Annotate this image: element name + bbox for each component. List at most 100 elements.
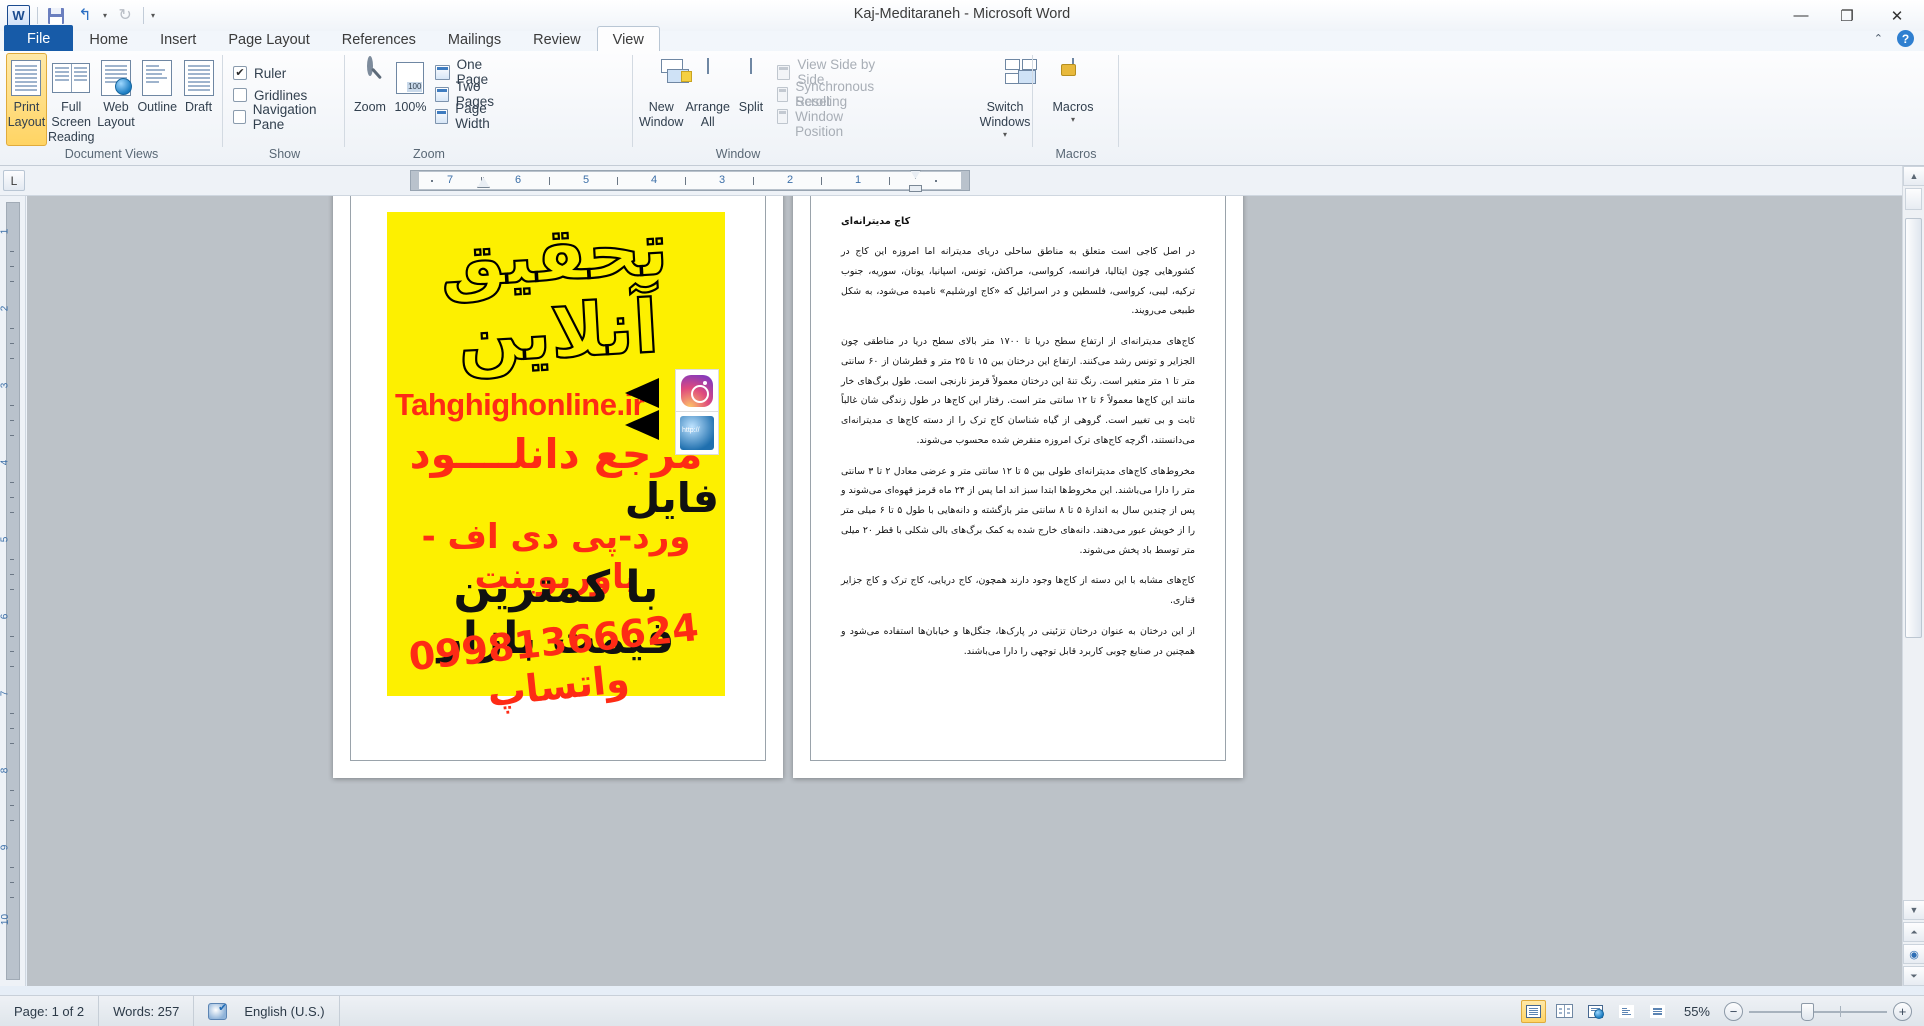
- group-separator-2: [344, 55, 345, 147]
- vertical-scrollbar[interactable]: ▲ ▼ ⏶ ◉ ⏷: [1902, 166, 1924, 986]
- tab-home[interactable]: Home: [73, 26, 144, 52]
- ruler-number-4: 4: [651, 174, 658, 186]
- vruler-number-9: 9: [0, 844, 11, 851]
- ribbon-group-macros: Macros ▾ Macros: [1038, 53, 1114, 163]
- document-text-body[interactable]: کاج مدیترانه‌ای در اصل کاجی است متعلق به…: [841, 216, 1195, 672]
- view-button-print-layout[interactable]: [1520, 999, 1546, 1023]
- ad-website-url: Tahghighonline.ir: [395, 387, 645, 422]
- switch-windows-button[interactable]: Switch Windows ▾: [965, 53, 1045, 141]
- previous-page-button[interactable]: ⏶: [1903, 922, 1924, 942]
- outline-view-icon: [1618, 1004, 1634, 1018]
- status-language[interactable]: English (U.S.): [194, 995, 340, 1026]
- horizontal-ruler[interactable]: 7 6 5 4 3 2 1: [410, 170, 970, 192]
- zoom-100-button[interactable]: 100 100%: [390, 53, 431, 116]
- document-page-1[interactable]: تحقیق آنلاین Tahghighonline.ir مرجع دانل…: [333, 196, 783, 778]
- tab-references[interactable]: References: [326, 26, 432, 52]
- page-1-text-frame: تحقیق آنلاین Tahghighonline.ir مرجع دانل…: [350, 196, 766, 761]
- view-button-full-screen-reading[interactable]: [1552, 1000, 1577, 1023]
- right-indent-marker[interactable]: [909, 185, 922, 192]
- synchronous-scrolling-icon: [776, 86, 789, 102]
- full-screen-reading-button[interactable]: Full Screen Reading: [47, 53, 96, 146]
- navigation-pane-checkbox[interactable]: [233, 110, 246, 124]
- scroll-down-button[interactable]: ▼: [1903, 900, 1924, 920]
- status-bar: Page: 1 of 2 Words: 257 English (U.S.): [0, 995, 1924, 1026]
- web-layout-view-icon: [1587, 1004, 1604, 1019]
- tab-mailings[interactable]: Mailings: [432, 26, 517, 52]
- tab-file[interactable]: File: [4, 25, 74, 52]
- collapse-ribbon-icon[interactable]: ⌃: [1874, 32, 1883, 45]
- gridlines-checkbox[interactable]: [233, 88, 247, 102]
- ribbon-help-controls: ⌃ ?: [1874, 30, 1914, 47]
- vruler-number-4: 4: [0, 459, 11, 466]
- draft-button[interactable]: Draft: [178, 53, 219, 146]
- ad-download-line: مرجع دانلــــود: [409, 430, 703, 478]
- tab-view[interactable]: View: [596, 26, 660, 52]
- scroll-thumb[interactable]: [1905, 218, 1922, 638]
- help-icon[interactable]: ?: [1897, 30, 1914, 47]
- new-window-button[interactable]: New Window: [638, 53, 693, 131]
- ad-arrow-1-icon: [625, 378, 659, 408]
- zoom-button[interactable]: Zoom: [350, 53, 390, 116]
- print-layout-button[interactable]: Print Layout: [6, 53, 47, 146]
- ribbon-group-show: Ruler Gridlines Navigation Pane Show: [228, 53, 341, 163]
- ruler-checkbox-row[interactable]: Ruler: [233, 62, 341, 84]
- horizontal-ruler-bar: L 7 6 5 4 3 2 1: [0, 166, 1924, 196]
- zoom-level-label[interactable]: 55%: [1676, 1004, 1718, 1019]
- reset-window-position-button[interactable]: Reset Window Position: [776, 94, 880, 139]
- zoom-in-button[interactable]: +: [1893, 1001, 1912, 1021]
- view-button-draft[interactable]: [1645, 1000, 1670, 1023]
- two-pages-icon: [434, 86, 449, 102]
- select-browse-object-button[interactable]: ◉: [1903, 944, 1924, 964]
- view-button-outline[interactable]: [1614, 1000, 1639, 1023]
- zoom-slider[interactable]: [1749, 1002, 1887, 1021]
- group-label-window: Window: [715, 147, 761, 161]
- tab-review[interactable]: Review: [517, 26, 597, 52]
- document-canvas[interactable]: تحقیق آنلاین Tahghighonline.ir مرجع دانل…: [27, 196, 1902, 986]
- switch-windows-dropdown-icon[interactable]: ▾: [1003, 130, 1007, 140]
- zoom-magnifier-icon: [351, 56, 389, 97]
- page-width-button[interactable]: Page Width: [434, 101, 508, 131]
- tab-stop-selector[interactable]: L: [3, 170, 25, 191]
- status-word-count[interactable]: Words: 257: [99, 995, 195, 1026]
- split-handle[interactable]: [1905, 188, 1922, 210]
- macros-dropdown-icon[interactable]: ▾: [1071, 115, 1075, 125]
- group-separator-3: [632, 55, 633, 147]
- arrange-all-button[interactable]: Arrange All: [684, 53, 730, 131]
- scroll-up-button[interactable]: ▲: [1903, 166, 1924, 186]
- page-width-icon: [434, 108, 449, 124]
- status-page-label: Page: 1 of 2: [14, 1003, 85, 1019]
- outline-button[interactable]: Outline: [136, 53, 178, 146]
- full-screen-reading-label: Full Screen Reading: [47, 100, 95, 144]
- ruler-number-2: 2: [787, 174, 794, 186]
- vruler-number-8: 8: [0, 767, 11, 774]
- split-button[interactable]: Split: [731, 53, 771, 116]
- document-paragraph-2: کاج‌های مدیترانه‌ای از ارتفاع سطح دریا ت…: [841, 336, 1195, 446]
- draft-icon: [180, 59, 218, 97]
- vertical-ruler[interactable]: 1 2 3 4 5 6 7 8 9 10: [0, 196, 26, 986]
- arrange-all-icon: [689, 58, 727, 97]
- next-page-button[interactable]: ⏷: [1903, 966, 1924, 986]
- instagram-icon: [681, 375, 713, 407]
- web-layout-button[interactable]: Web Layout: [96, 53, 137, 146]
- navigation-pane-checkbox-row[interactable]: Navigation Pane: [233, 102, 341, 132]
- vruler-number-2: 2: [0, 305, 11, 312]
- ad-headline: تحقیق آنلاین: [436, 206, 671, 382]
- ruler-checkbox[interactable]: [233, 66, 247, 80]
- zoom-slider-thumb[interactable]: [1801, 1002, 1815, 1021]
- view-button-web-layout[interactable]: [1583, 1000, 1608, 1023]
- spellcheck-icon[interactable]: [208, 1001, 228, 1020]
- group-separator-1: [222, 55, 223, 147]
- zoom-out-button[interactable]: −: [1724, 1001, 1743, 1021]
- ribbon-tabs: File Home Insert Page Layout References …: [0, 25, 1924, 52]
- group-separator-4: [1032, 55, 1033, 147]
- ruler-number-7: 7: [447, 174, 454, 186]
- full-screen-reading-view-icon: [1555, 1004, 1573, 1018]
- ruler-number-1: 1: [855, 174, 862, 186]
- macros-button[interactable]: Macros ▾: [1038, 53, 1108, 126]
- tab-insert[interactable]: Insert: [144, 26, 212, 52]
- document-page-2[interactable]: کاج مدیترانه‌ای در اصل کاجی است متعلق به…: [793, 196, 1243, 778]
- advertisement-image[interactable]: تحقیق آنلاین Tahghighonline.ir مرجع دانل…: [387, 206, 725, 715]
- outline-icon: [138, 59, 176, 97]
- tab-page-layout[interactable]: Page Layout: [212, 26, 325, 52]
- status-page-indicator[interactable]: Page: 1 of 2: [0, 995, 100, 1026]
